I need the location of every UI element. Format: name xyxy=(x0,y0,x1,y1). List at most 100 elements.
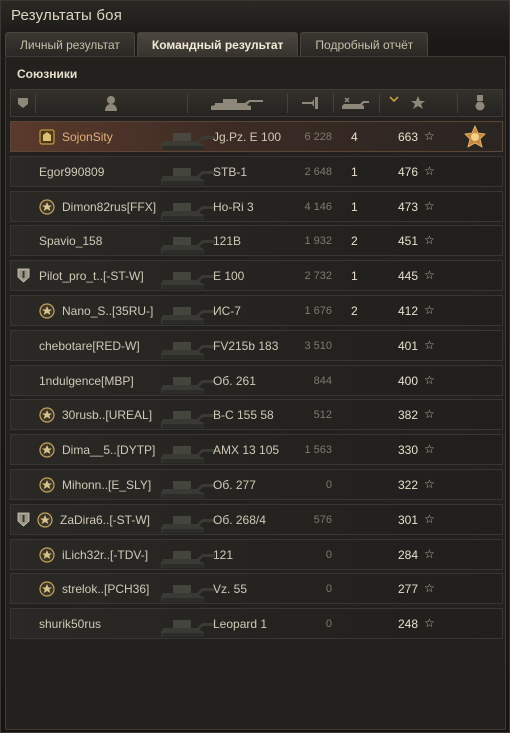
player-name[interactable]: Mihonn..[E_SLY] xyxy=(62,478,151,492)
rank-badge-icon xyxy=(38,406,56,424)
star-icon: ☆ xyxy=(424,129,435,143)
player-icon[interactable] xyxy=(35,90,187,116)
experience-value: 330 xyxy=(397,443,418,458)
kills-icon[interactable] xyxy=(333,90,379,116)
player-name[interactable]: 30rusb..[UREAL] xyxy=(62,408,152,422)
team-results-panel: Союзники SojonSity Jg.Pz. E 100 6 228 4 … xyxy=(5,56,506,730)
player-name[interactable]: shurik50rus xyxy=(39,617,101,631)
tab-team-result[interactable]: Командный результат xyxy=(136,32,299,56)
table-row[interactable]: SojonSity Jg.Pz. E 100 6 228 4 663 ☆ xyxy=(10,121,503,152)
tank-name: 121B xyxy=(213,234,242,249)
rank-badge-icon xyxy=(38,476,56,494)
table-row[interactable]: Dima__5..[DYTP] AMX 13 105 1 563 330 ☆ xyxy=(10,434,503,466)
table-row[interactable]: Mihonn..[E_SLY] Об. 277 0 322 ☆ xyxy=(10,468,503,500)
damage-value: 576 xyxy=(313,513,332,526)
clan-shield-icon xyxy=(17,268,30,283)
star-icon: ☆ xyxy=(424,337,435,352)
table-row[interactable]: 1ndulgence[MBP] Об. 261 844 400 ☆ xyxy=(10,364,503,396)
medal-icon[interactable] xyxy=(457,90,503,116)
tab-detailed-report[interactable]: Подробный отчёт xyxy=(300,32,429,56)
table-row[interactable]: Dimon82rus[FFX] Ho-Ri 3 4 146 1 473 ☆ xyxy=(10,190,503,222)
star-icon: ☆ xyxy=(424,546,435,561)
tank-name: Об. 261 xyxy=(213,373,256,388)
table-row[interactable]: shurik50rus Leopard 1 0 248 ☆ xyxy=(10,608,503,640)
damage-value: 844 xyxy=(313,374,332,387)
table-row[interactable]: ZaDira6..[-ST-W] Об. 268/4 576 301 ☆ xyxy=(10,503,503,535)
rank-badge-icon xyxy=(38,302,56,320)
experience-value: 412 xyxy=(397,303,418,318)
player-name[interactable]: iLich32r..[-TDV-] xyxy=(62,548,148,562)
damage-value: 0 xyxy=(325,618,332,631)
tank-name: STB-1 xyxy=(213,164,248,179)
player-name[interactable]: Pilot_pro_t..[-ST-W] xyxy=(39,269,144,283)
player-name[interactable]: ZaDira6..[-ST-W] xyxy=(60,513,150,527)
tab-personal-result[interactable]: Личный результат xyxy=(5,32,135,56)
star-icon: ☆ xyxy=(424,616,435,631)
player-name[interactable]: Dimon82rus[FFX] xyxy=(62,200,156,214)
tank-name: AMX 13 105 xyxy=(213,443,280,458)
player-name[interactable]: 1ndulgence[MBP] xyxy=(39,374,134,388)
star-icon: ☆ xyxy=(424,581,435,596)
player-name[interactable]: chebotare[RED-W] xyxy=(39,339,140,353)
damage-value: 1 563 xyxy=(304,444,332,457)
tank-image xyxy=(159,158,217,186)
star-icon: ☆ xyxy=(424,268,435,283)
star-icon: ☆ xyxy=(424,302,435,317)
player-name[interactable]: SojonSity xyxy=(62,130,113,144)
tank-image xyxy=(159,367,217,395)
kills-value: 1 xyxy=(351,269,358,284)
tank-image xyxy=(159,227,217,255)
tank-image xyxy=(159,401,217,429)
table-row[interactable]: 30rusb..[UREAL] B-C 155 58 512 382 ☆ xyxy=(10,399,503,431)
experience-value: 473 xyxy=(397,199,418,214)
damage-value: 2 732 xyxy=(304,270,332,283)
rank-badge-icon xyxy=(38,441,56,459)
table-row[interactable]: Spavio_158 121B 1 932 2 451 ☆ xyxy=(10,225,503,257)
table-row[interactable]: chebotare[RED-W] FV215b 183 3 510 401 ☆ xyxy=(10,329,503,361)
star-icon: ☆ xyxy=(424,407,435,422)
damage-value: 6 228 xyxy=(304,131,332,143)
damage-icon[interactable] xyxy=(287,90,333,116)
tank-icon[interactable] xyxy=(187,90,287,116)
player-name[interactable]: Dima__5..[DYTP] xyxy=(62,443,155,457)
table-row[interactable]: strelok..[PCH36] Vz. 55 0 277 ☆ xyxy=(10,573,503,605)
damage-value: 0 xyxy=(325,548,332,561)
tank-name: Vz. 55 xyxy=(213,582,248,597)
star-icon: ☆ xyxy=(424,476,435,491)
experience-value: 445 xyxy=(397,269,418,284)
tank-name: Об. 268/4 xyxy=(213,512,266,527)
player-name[interactable]: Nano_S..[35RU-] xyxy=(62,304,153,318)
damage-value: 4 146 xyxy=(304,200,332,213)
experience-value: 301 xyxy=(397,512,418,527)
tank-image xyxy=(159,332,217,360)
medal-icon[interactable] xyxy=(463,124,487,149)
tank-image xyxy=(159,297,217,325)
table-row[interactable]: iLich32r..[-TDV-] 121 0 284 ☆ xyxy=(10,538,503,570)
experience-value: 277 xyxy=(397,582,418,597)
experience-value: 284 xyxy=(397,547,418,562)
table-header xyxy=(10,89,503,117)
tank-name: Ho-Ri 3 xyxy=(213,199,254,214)
rank-badge-icon xyxy=(38,546,56,564)
tank-image xyxy=(159,575,217,603)
table-row[interactable]: Egor990809 STB-1 2 648 1 476 ☆ xyxy=(10,155,503,187)
results-tabs: Личный результат Командный результат Под… xyxy=(5,32,429,56)
allies-table: SojonSity Jg.Pz. E 100 6 228 4 663 ☆ Egor99080… xyxy=(10,121,503,643)
experience-value: 400 xyxy=(397,373,418,388)
platoon-icon[interactable] xyxy=(11,90,35,116)
experience-value: 382 xyxy=(397,408,418,423)
experience-value: 248 xyxy=(397,617,418,632)
player-name[interactable]: Spavio_158 xyxy=(39,234,102,248)
tank-image xyxy=(159,541,217,569)
damage-value: 0 xyxy=(325,583,332,596)
player-name[interactable]: Egor990809 xyxy=(39,165,104,179)
experience-value: 663 xyxy=(397,130,418,144)
table-row[interactable]: Pilot_pro_t..[-ST-W] E 100 2 732 1 445 ☆ xyxy=(10,260,503,292)
tank-image xyxy=(159,506,217,534)
player-name[interactable]: strelok..[PCH36] xyxy=(62,582,149,596)
star-icon: ☆ xyxy=(424,442,435,457)
chevron-down-icon xyxy=(389,89,399,107)
damage-value: 512 xyxy=(313,409,332,422)
table-row[interactable]: Nano_S..[35RU-] ИС-7 1 676 2 412 ☆ xyxy=(10,294,503,326)
tank-name: Leopard 1 xyxy=(213,617,268,632)
